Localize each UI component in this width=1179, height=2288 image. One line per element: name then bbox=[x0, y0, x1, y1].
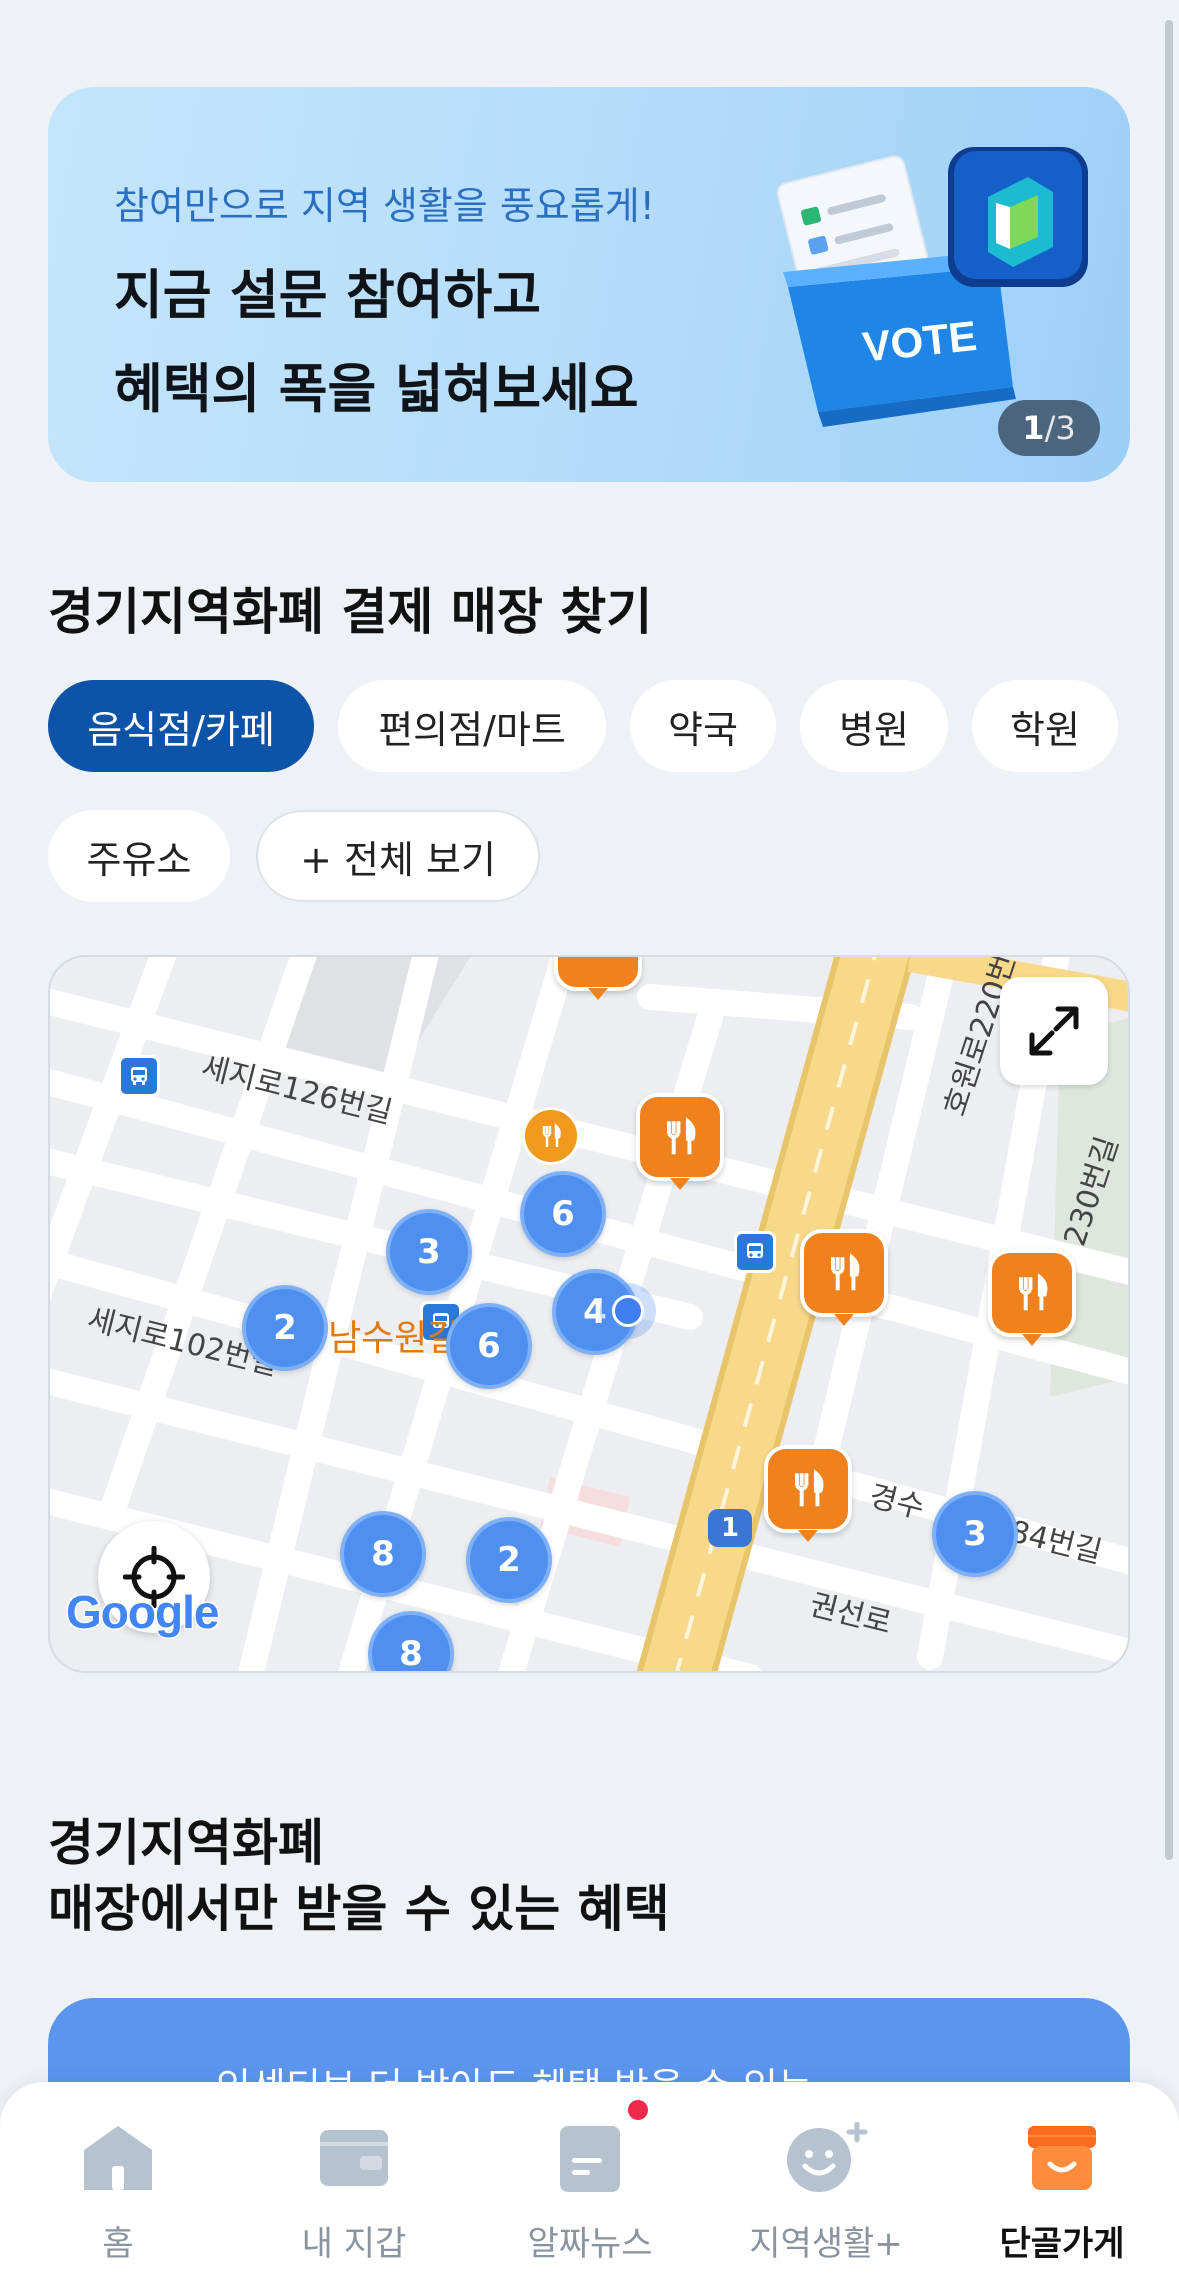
notification-dot bbox=[628, 2100, 648, 2120]
store-map[interactable]: 세지로126번길 세지로102번길 호원로220번길 230번길 권선로 경수 … bbox=[48, 955, 1130, 1673]
google-logo: Google bbox=[65, 1584, 236, 1651]
banner-page-current: 1 bbox=[1022, 409, 1045, 447]
tab-local-life-label: 지역생활+ bbox=[749, 2224, 903, 2264]
banner-title: 지금 설문 참여하고 혜택의 폭을 넓혀보세요 bbox=[114, 249, 639, 437]
benefits-title: 경기지역화폐 매장에서만 받을 수 있는 혜택 bbox=[48, 1810, 670, 1942]
google-wordmark: Google bbox=[66, 1586, 219, 1638]
banner-page-total: /3 bbox=[1044, 409, 1076, 447]
store-icon bbox=[1028, 2126, 1096, 2190]
bus-stop-icon[interactable] bbox=[734, 1231, 776, 1273]
restaurant-marker-icon[interactable] bbox=[764, 1445, 852, 1533]
tab-wallet[interactable]: 내 지갑 bbox=[254, 2122, 454, 2265]
banner-title-line1: 지금 설문 참여하고 bbox=[114, 265, 541, 326]
banner-subtitle: 참여만으로 지역 생활을 풍요롭게! bbox=[114, 184, 655, 228]
store-cluster[interactable]: 6 bbox=[520, 1171, 606, 1257]
survey-banner[interactable]: 참여만으로 지역 생활을 풍요롭게! 지금 설문 참여하고 혜택의 폭을 넓혀보… bbox=[48, 87, 1130, 482]
restaurant-marker-icon[interactable] bbox=[636, 1093, 724, 1181]
tab-favorite-stores-label: 단골가게 bbox=[999, 2224, 1125, 2264]
tab-news-label: 알짜뉴스 bbox=[527, 2224, 653, 2264]
category-chip-hospital[interactable]: 병원 bbox=[800, 680, 948, 772]
store-cluster[interactable]: 2 bbox=[466, 1517, 552, 1603]
bottom-tab-bar: 홈 내 지갑 알짜뉴스 지역생활+ 단골가게 bbox=[0, 2082, 1179, 2288]
tab-home[interactable]: 홈 bbox=[18, 2122, 218, 2265]
benefits-title-line1: 경기지역화폐 bbox=[48, 1814, 324, 1872]
benefits-title-line2: 매장에서만 받을 수 있는 혜택 bbox=[48, 1880, 670, 1938]
tab-favorite-stores[interactable]: 단골가게 bbox=[962, 2122, 1162, 2265]
wallet-icon bbox=[320, 2130, 388, 2186]
tab-news[interactable]: 알짜뉴스 bbox=[490, 2122, 690, 2265]
view-all-categories-button[interactable]: + 전체 보기 bbox=[256, 810, 540, 902]
store-cluster[interactable]: 2 bbox=[242, 1285, 328, 1371]
category-chip-convenience-mart[interactable]: 편의점/마트 bbox=[338, 680, 606, 772]
bus-stop-icon[interactable] bbox=[118, 1055, 160, 1097]
restaurant-pin-icon[interactable] bbox=[522, 1107, 580, 1165]
banner-page-indicator: 1/3 bbox=[998, 400, 1100, 456]
store-cluster[interactable]: 8 bbox=[340, 1511, 426, 1597]
home-icon bbox=[84, 2126, 152, 2190]
store-cluster[interactable]: 3 bbox=[386, 1209, 472, 1295]
restaurant-marker-icon[interactable] bbox=[988, 1249, 1076, 1337]
expand-map-button[interactable] bbox=[1000, 977, 1108, 1085]
restaurant-marker-icon[interactable] bbox=[800, 1229, 888, 1317]
scrollbar[interactable] bbox=[1165, 20, 1173, 1860]
store-finder-title: 경기지역화폐 결제 매장 찾기 bbox=[48, 583, 653, 641]
category-chip-academy[interactable]: 학원 bbox=[972, 680, 1118, 772]
store-cluster[interactable]: 6 bbox=[446, 1303, 532, 1389]
news-icon bbox=[560, 2126, 620, 2192]
store-cluster[interactable]: 3 bbox=[932, 1491, 1018, 1577]
category-chip-pharmacy[interactable]: 약국 bbox=[630, 680, 776, 772]
category-chip-gas-station[interactable]: 주유소 bbox=[48, 810, 230, 902]
category-chip-restaurant-cafe[interactable]: 음식점/카페 bbox=[48, 680, 314, 772]
banner-title-line2: 혜택의 폭을 넓혀보세요 bbox=[114, 359, 639, 420]
restaurant-marker-icon[interactable] bbox=[554, 957, 642, 991]
smile-icon bbox=[787, 2122, 868, 2192]
route-number-badge: 1 bbox=[708, 1509, 752, 1547]
tab-wallet-label: 내 지갑 bbox=[301, 2224, 407, 2264]
expand-icon bbox=[1029, 1006, 1079, 1056]
current-location-dot bbox=[600, 1283, 656, 1339]
tab-local-life[interactable]: 지역생활+ bbox=[726, 2122, 926, 2265]
tab-home-label: 홈 bbox=[102, 2224, 134, 2264]
